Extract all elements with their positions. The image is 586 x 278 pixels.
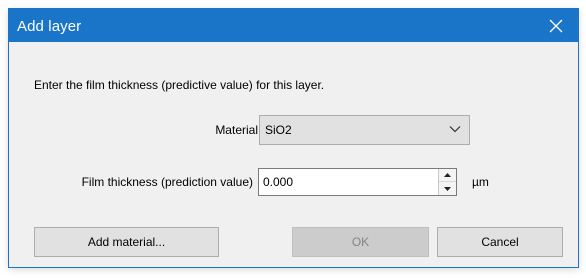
material-selected-value: SiO2: [265, 123, 292, 137]
spin-up-button[interactable]: [439, 169, 456, 182]
thickness-unit: µm: [472, 175, 489, 189]
spin-down-icon: [444, 186, 451, 191]
add-layer-dialog: Add layer Enter the film thickness (pred…: [9, 9, 578, 267]
spinner-buttons: [438, 169, 456, 195]
chevron-down-icon: [449, 126, 461, 133]
spin-up-icon: [444, 173, 451, 177]
spin-down-button[interactable]: [439, 182, 456, 195]
material-dropdown[interactable]: SiO2: [259, 115, 470, 145]
window-title: Add layer: [17, 18, 82, 35]
add-material-button[interactable]: Add material...: [34, 227, 219, 257]
close-button[interactable]: [534, 9, 578, 42]
ok-button[interactable]: OK: [292, 227, 429, 257]
thickness-label: Film thickness (prediction value): [81, 175, 253, 189]
title-bar[interactable]: Add layer: [9, 9, 578, 42]
instruction-text: Enter the film thickness (predictive val…: [34, 78, 325, 92]
thickness-spinbox: [258, 168, 457, 196]
cancel-button[interactable]: Cancel: [437, 227, 563, 257]
thickness-input[interactable]: [259, 169, 437, 195]
close-icon: [549, 19, 563, 32]
material-label: Material: [215, 123, 258, 137]
